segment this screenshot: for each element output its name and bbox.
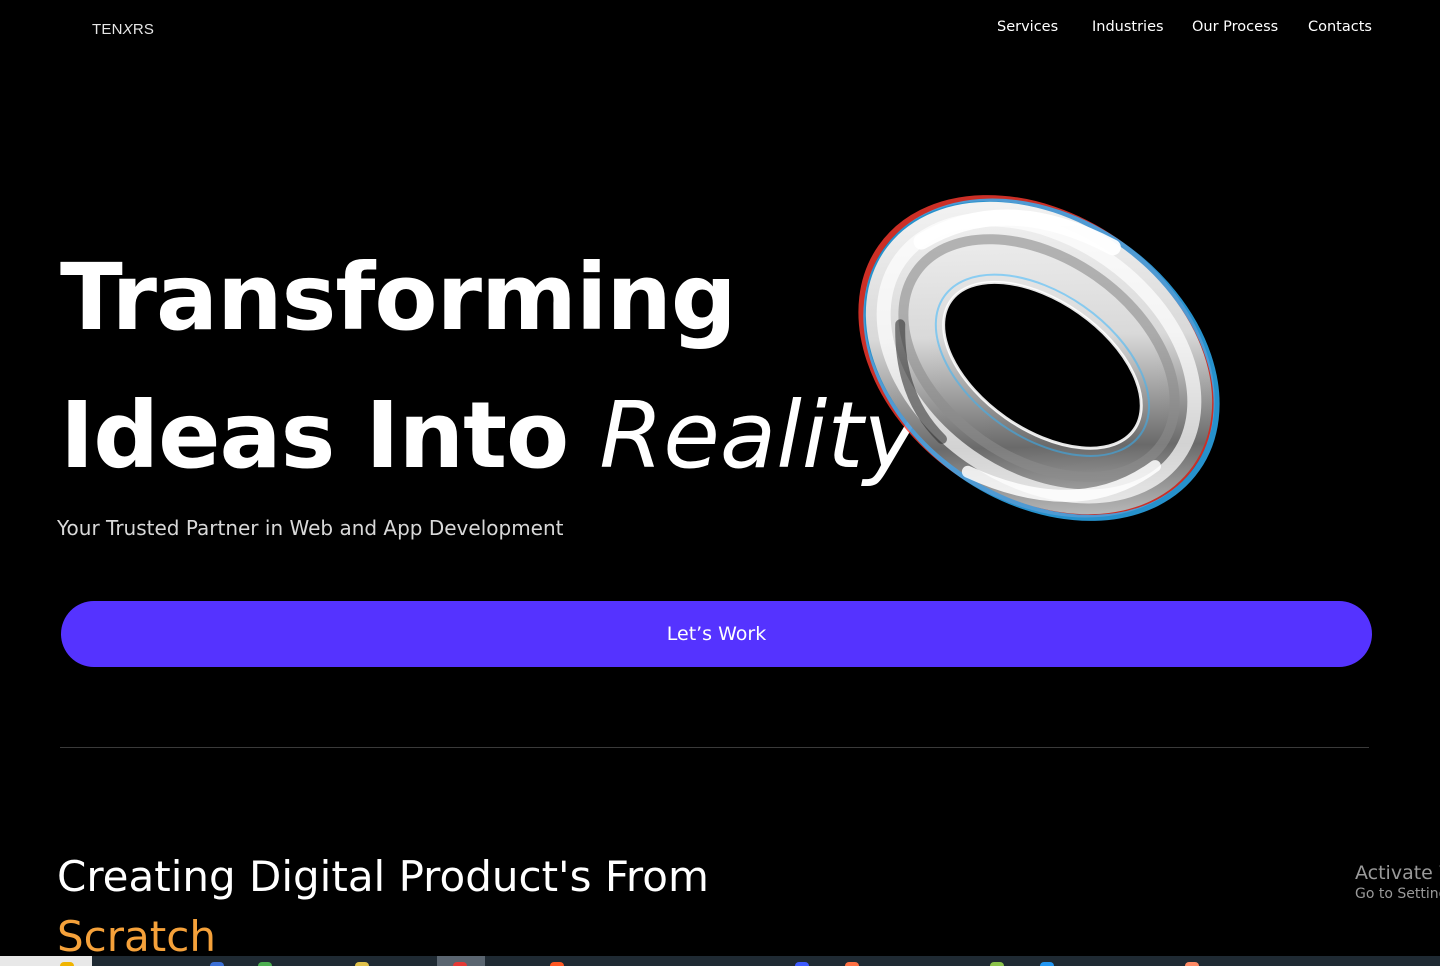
activate-windows-hint: Go to Settings to activate Windows.: [1355, 886, 1440, 902]
hero-title-line1: Transforming: [60, 244, 737, 351]
taskbar-app-icon[interactable]: [550, 962, 564, 966]
nav-contacts[interactable]: Contacts: [1308, 19, 1372, 35]
hero-subtitle: Your Trusted Partner in Web and App Deve…: [57, 516, 564, 540]
nav-industries[interactable]: Industries: [1092, 19, 1164, 35]
activate-windows-watermark: Activate Windows Go to Settings to activ…: [1355, 862, 1440, 902]
taskbar-app-icon[interactable]: [210, 962, 224, 966]
taskbar-app-icon[interactable]: [795, 962, 809, 966]
section-title: Creating Digital Product's From: [57, 852, 709, 901]
section-divider: [60, 747, 1369, 748]
taskbar-search-box[interactable]: [0, 956, 92, 966]
hero-title-plain: Ideas Into: [60, 382, 600, 489]
taskbar-app-icon[interactable]: [258, 962, 272, 966]
brand-suffix: RS: [132, 21, 155, 38]
activate-windows-title: Activate Windows: [1355, 862, 1440, 884]
taskbar-app-icon[interactable]: [990, 962, 1004, 966]
taskbar-app-icon[interactable]: [355, 962, 369, 966]
taskbar-app-icon[interactable]: [60, 962, 74, 966]
nav-services[interactable]: Services: [997, 19, 1058, 35]
page: TENXRS Services Industries Our Process C…: [0, 0, 1440, 966]
taskbar-app-icon[interactable]: [1040, 962, 1054, 966]
lets-work-button[interactable]: Let’s Work: [61, 601, 1372, 667]
section-title-accent: Scratch: [57, 912, 216, 961]
os-taskbar: [0, 956, 1440, 966]
glass-ring-image: [858, 195, 1220, 521]
nav-our-process[interactable]: Our Process: [1192, 19, 1278, 35]
brand-logo[interactable]: TENXRS: [92, 21, 154, 38]
hero-title-line2: Ideas Into Reality: [60, 390, 918, 482]
brand-x: X: [122, 21, 133, 38]
taskbar-app-icon[interactable]: [1185, 962, 1199, 966]
taskbar-app-icon[interactable]: [845, 962, 859, 966]
brand-prefix: TEN: [92, 21, 123, 38]
taskbar-app-icon[interactable]: [453, 962, 467, 966]
glass-ring-graphic: [836, 180, 1242, 535]
